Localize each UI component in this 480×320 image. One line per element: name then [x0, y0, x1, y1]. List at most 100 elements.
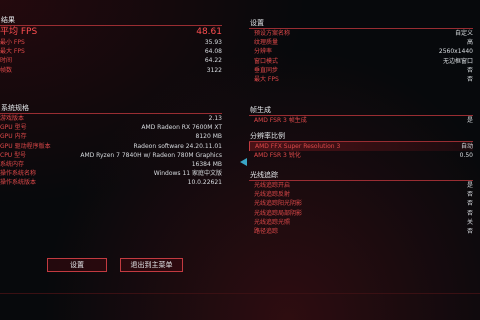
ray-tracing-row: 光线追踪阳光阴影 否	[249, 199, 473, 208]
system-title: 系统规格	[1, 104, 29, 112]
settings-value: 否	[466, 75, 473, 83]
system-label: CPU 型号	[0, 151, 27, 159]
settings-label: 纹理质量	[254, 39, 279, 47]
settings-label: 最大 FPS	[254, 75, 279, 83]
ray-tracing-value: 关	[466, 218, 473, 226]
avg-fps-row: 平均 FPS 48.61	[0, 26, 222, 38]
ray-tracing-value: 否	[466, 191, 473, 199]
settings-value: 2560x1440	[438, 48, 473, 56]
ray-tracing-label: 光线追踪光照	[254, 218, 291, 226]
ray-tracing-panel: 光线追踪 光线追踪开启是 光线追踪反射否 光线追踪阳光阴影否 光线追踪局部阴影否…	[249, 171, 473, 236]
ray-tracing-value: 否	[466, 227, 473, 235]
system-value: AMD Radeon RX 7600M XT	[141, 124, 222, 132]
resolution-scaling-value: 自动	[460, 143, 473, 150]
settings-value: 自定义	[454, 30, 473, 37]
settings-row: 分辨率 2560x1440	[249, 47, 473, 56]
frame-gen-title: 帧生成	[250, 106, 271, 114]
system-label: GPU 内存	[0, 133, 27, 141]
ray-tracing-value: 否	[466, 209, 473, 217]
settings-row: 纹理质量 高	[249, 38, 473, 47]
results-title: 结果	[1, 16, 15, 24]
exit-to-main-menu-button[interactable]: 退出到主菜单	[120, 258, 183, 272]
system-value: 2.13	[208, 115, 222, 122]
system-row: GPU 内存 8120 MB	[0, 132, 222, 141]
system-value: Windows 11 家庭中文版	[153, 170, 222, 178]
ray-tracing-label: 光线追踪局部阴影	[254, 209, 303, 217]
result-value: 35.93	[204, 39, 222, 46]
ray-tracing-value: 是	[466, 182, 473, 189]
system-row: 操作系统名称 Windows 11 家庭中文版	[0, 169, 222, 178]
result-label: 最大 FPS	[0, 48, 25, 56]
system-row: 系统内存 16384 MB	[0, 160, 222, 169]
system-row: GPU 型号 AMD Radeon RX 7600M XT	[0, 123, 222, 132]
settings-label: 垂直同步	[254, 66, 279, 74]
system-value: Radeon software 24.20.11.01	[133, 142, 222, 150]
resolution-scaling-row: AMD FSR 3 锐化 0.50	[249, 151, 473, 160]
settings-value: 无边框窗口	[442, 57, 473, 65]
result-value: 64.08	[204, 48, 222, 56]
frame-gen-row: AMD FSR 3 帧生成 是	[249, 116, 473, 125]
settings-row: 垂直同步 否	[249, 66, 473, 75]
settings-value: 高	[466, 39, 473, 47]
resolution-scaling-label: AMD FSR 3 锐化	[254, 152, 301, 160]
footer-divider	[0, 293, 480, 294]
settings-label: 分辨率	[254, 48, 273, 56]
result-label: 最小 FPS	[0, 39, 25, 46]
settings-row: 最大 FPS 否	[249, 75, 473, 84]
system-label: GPU 驱动程序版本	[0, 142, 51, 150]
ray-tracing-row: 光线追踪局部阴影 否	[249, 209, 473, 218]
system-row: CPU 型号 AMD Ryzen 7 7840H w/ Radeon 780M G…	[0, 151, 222, 160]
resolution-scaling-row[interactable]: AMD FFX Super Resolution 3 自动	[249, 142, 473, 152]
ray-tracing-row: 光线追踪光照 关	[249, 218, 473, 227]
system-value: AMD Ryzen 7 7840H w/ Radeon 780M Graphic…	[80, 151, 222, 159]
result-row: 时间 64.22	[0, 56, 222, 65]
ray-tracing-row: 路径追踪 否	[249, 227, 473, 236]
resolution-scaling-label: AMD FFX Super Resolution 3	[255, 143, 341, 150]
result-value: 64.22	[204, 57, 222, 65]
system-row: 游戏版本 2.13	[0, 114, 222, 123]
ray-tracing-title: 光线追踪	[250, 171, 278, 179]
settings-panel: 设置 预设方案名称 自定义 纹理质量 高 分辨率 2560x1440 窗口模式 无边框窗…	[249, 19, 473, 84]
system-label: GPU 型号	[0, 124, 27, 132]
result-value: 3122	[206, 66, 222, 74]
settings-title: 设置	[250, 19, 264, 27]
system-value: 10.0.22621	[187, 179, 222, 187]
settings-row: 预设方案名称 自定义	[249, 29, 473, 38]
system-value: 16384 MB	[191, 160, 222, 168]
ray-tracing-label: 路径追踪	[254, 227, 279, 235]
system-panel: 系统规格 游戏版本 2.13 GPU 型号 AMD Radeon RX 7600M …	[0, 104, 222, 188]
result-label: 时间	[0, 57, 13, 65]
cursor-arrow-icon	[240, 158, 247, 166]
frame-gen-panel: 帧生成 AMD FSR 3 帧生成 是	[249, 106, 473, 125]
avg-fps-label: 平均 FPS	[0, 27, 38, 37]
settings-value: 否	[466, 66, 473, 74]
resolution-scaling-title: 分辨率比例	[250, 132, 285, 140]
system-label: 操作系统版本	[0, 179, 37, 187]
ray-tracing-label: 光线追踪反射	[254, 191, 291, 199]
result-row: 最大 FPS 64.08	[0, 47, 222, 56]
frame-gen-value: 是	[466, 117, 473, 124]
result-label: 帧数	[0, 66, 13, 74]
frame-gen-label: AMD FSR 3 帧生成	[254, 117, 307, 124]
system-row: GPU 驱动程序版本 Radeon software 24.20.11.01	[0, 142, 222, 151]
system-row: 操作系统版本 10.0.22621	[0, 178, 222, 187]
result-row: 最小 FPS 35.93	[0, 38, 222, 47]
resolution-scaling-value: 0.50	[459, 152, 473, 160]
system-label: 操作系统名称	[0, 170, 37, 178]
settings-row: 窗口模式 无边框窗口	[249, 57, 473, 66]
settings-button[interactable]: 设置	[47, 258, 107, 272]
ray-tracing-row: 光线追踪开启 是	[249, 181, 473, 190]
avg-fps-value: 48.61	[196, 27, 222, 37]
ray-tracing-value: 否	[466, 200, 473, 208]
result-row: 帧数 3122	[0, 66, 222, 75]
settings-label: 窗口模式	[254, 57, 279, 65]
system-value: 8120 MB	[195, 133, 222, 141]
resolution-scaling-panel: 分辨率比例 AMD FFX Super Resolution 3 自动 AMD F…	[249, 132, 473, 160]
settings-label: 预设方案名称	[254, 30, 291, 37]
system-label: 游戏版本	[0, 115, 25, 122]
ray-tracing-label: 光线追踪开启	[254, 182, 291, 189]
ray-tracing-row: 光线追踪反射 否	[249, 190, 473, 199]
results-panel: 结果 平均 FPS 48.61 最小 FPS 35.93 最大 FPS 64.08 …	[0, 16, 222, 75]
system-label: 系统内存	[0, 160, 25, 168]
ray-tracing-label: 光线追踪阳光阴影	[254, 200, 303, 208]
